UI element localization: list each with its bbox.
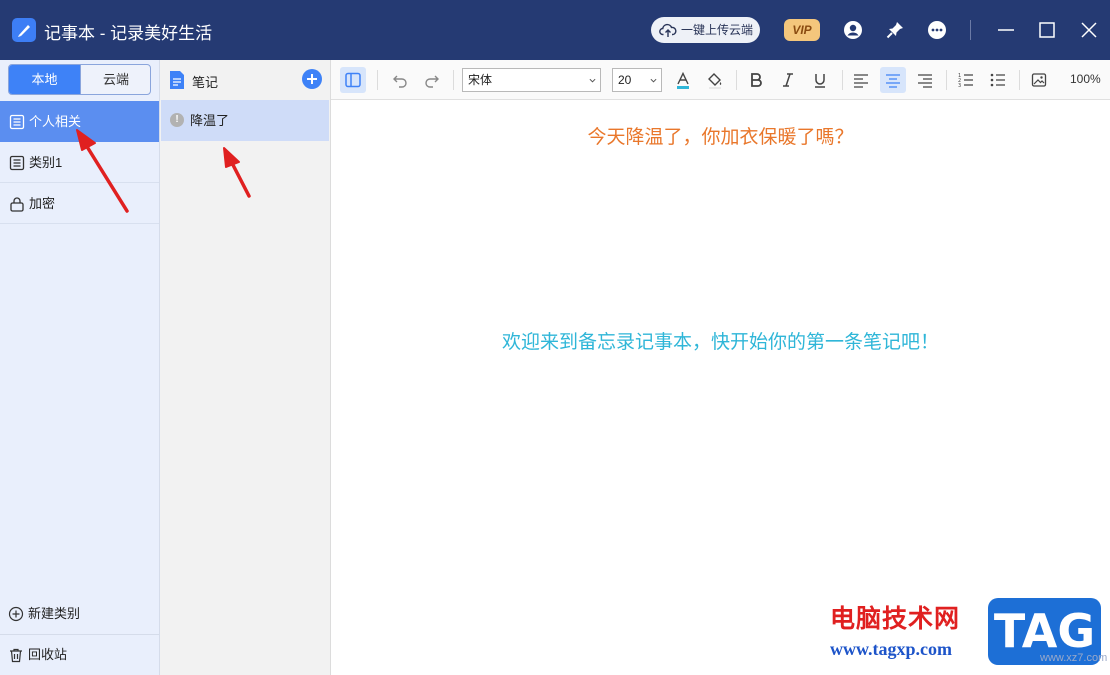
- pin-icon[interactable]: [883, 18, 907, 42]
- category-label: 个人相关: [29, 114, 82, 129]
- zoom-level[interactable]: 100%: [1070, 72, 1101, 86]
- vip-badge[interactable]: VIP: [784, 19, 820, 41]
- close-icon[interactable]: [1077, 18, 1101, 42]
- add-note-button[interactable]: [302, 69, 322, 89]
- toolbar-divider: [1019, 70, 1020, 90]
- toolbar-divider: [377, 70, 378, 90]
- watermark-small-url: www.xz7.com: [1040, 652, 1108, 664]
- align-left-button[interactable]: [848, 67, 874, 93]
- watermark-site-name: 电脑技术网: [830, 604, 961, 633]
- ordered-list-icon: 123: [958, 73, 973, 88]
- info-icon: !: [170, 113, 184, 127]
- note-editor[interactable]: 今天降温了，你加衣保暖了嗎？ 欢迎来到备忘录记事本，快开始你的第一条笔记吧！: [331, 101, 1110, 675]
- editor-toolbar: 宋体 20 123 100%: [331, 60, 1110, 100]
- window-title: 记事本 - 记录美好生活: [44, 24, 213, 43]
- note-document-icon: [170, 71, 184, 89]
- align-center-button[interactable]: [880, 67, 906, 93]
- undo-icon: [393, 75, 407, 88]
- note-line-1: 今天降温了，你加衣保暖了嗎？: [587, 126, 854, 148]
- font-color-icon: [677, 72, 689, 89]
- category-label: 类别1: [29, 155, 63, 170]
- toolbar-divider: [842, 70, 843, 90]
- toolbar-divider: [946, 70, 947, 90]
- highlight-button[interactable]: [702, 67, 728, 93]
- notes-header: 笔记: [160, 60, 330, 100]
- watermark-url: www.tagxp.com: [830, 639, 952, 659]
- bullet-list-icon: [990, 73, 1005, 87]
- recycle-bin-label: 回收站: [28, 647, 68, 662]
- maximize-icon[interactable]: [1035, 18, 1059, 42]
- bullet-list-button[interactable]: [985, 67, 1011, 93]
- tab-local[interactable]: 本地: [9, 65, 80, 94]
- category-label: 加密: [29, 196, 56, 211]
- titlebar-divider: [970, 20, 971, 40]
- undo-button[interactable]: [387, 67, 413, 93]
- app-logo-icon: [12, 18, 36, 42]
- toggle-sidebar-button[interactable]: [340, 67, 366, 93]
- image-icon: [1031, 73, 1047, 87]
- toolbar-divider: [453, 70, 454, 90]
- chevron-down-icon: [589, 78, 596, 83]
- ordered-list-button[interactable]: 123: [953, 67, 979, 93]
- font-size-value: 20: [618, 73, 632, 87]
- new-category-label: 新建类别: [28, 606, 81, 621]
- align-right-icon: [918, 74, 932, 88]
- bold-icon: [751, 73, 762, 87]
- font-family-select[interactable]: 宋体: [462, 68, 601, 92]
- insert-image-button[interactable]: [1026, 67, 1052, 93]
- svg-text:3: 3: [958, 83, 961, 88]
- category-item-personal[interactable]: 个人相关: [0, 101, 159, 142]
- category-item-1[interactable]: 类别1: [0, 142, 159, 183]
- upload-cloud-button[interactable]: 一键上传云端: [651, 17, 760, 43]
- font-size-select[interactable]: 20: [612, 68, 662, 92]
- title-bar: 记事本 - 记录美好生活 一键上传云端 VIP: [0, 0, 1110, 60]
- align-right-button[interactable]: [912, 67, 938, 93]
- align-left-icon: [854, 74, 868, 88]
- note-line-2: 欢迎来到备忘录记事本，快开始你的第一条笔记吧！: [501, 331, 939, 353]
- plus-icon: [307, 74, 317, 84]
- minimize-icon[interactable]: [994, 18, 1018, 42]
- italic-button[interactable]: [775, 67, 801, 93]
- underline-button[interactable]: [807, 67, 833, 93]
- sidebar-toggle-icon: [345, 72, 361, 88]
- notes-title: 笔记: [192, 75, 219, 90]
- tab-cloud[interactable]: 云端: [80, 65, 150, 94]
- redo-icon: [425, 75, 439, 88]
- note-title: 降温了: [190, 113, 230, 128]
- user-icon[interactable]: [841, 18, 865, 42]
- toolbar-divider: [736, 70, 737, 90]
- more-icon[interactable]: [925, 18, 949, 42]
- notes-panel: 笔记 ! 降温了: [160, 60, 331, 675]
- storage-toggle: 本地 云端: [8, 64, 151, 95]
- chevron-down-icon: [650, 78, 657, 83]
- trash-icon: [10, 648, 22, 663]
- lock-icon: [10, 197, 24, 212]
- bold-button[interactable]: [743, 67, 769, 93]
- italic-icon: [783, 73, 793, 87]
- recycle-bin-button[interactable]: 回收站: [0, 635, 159, 675]
- note-list-item[interactable]: ! 降温了: [161, 100, 329, 141]
- upload-cloud-label: 一键上传云端: [681, 23, 754, 37]
- font-color-button[interactable]: [670, 67, 696, 93]
- plus-circle-icon: [8, 606, 24, 622]
- category-sidebar: 本地 云端 个人相关 类别1 加密 新建类别 回收站: [0, 60, 160, 675]
- new-category-button[interactable]: 新建类别: [0, 594, 159, 634]
- align-center-icon: [886, 74, 900, 88]
- underline-icon: [815, 74, 825, 88]
- paint-bucket-icon: [708, 73, 722, 89]
- font-family-value: 宋体: [468, 73, 493, 87]
- list-icon: [9, 155, 25, 171]
- redo-button[interactable]: [419, 67, 445, 93]
- cloud-upload-icon: [659, 23, 677, 37]
- list-icon: [9, 114, 25, 130]
- category-item-encrypted[interactable]: 加密: [0, 183, 159, 224]
